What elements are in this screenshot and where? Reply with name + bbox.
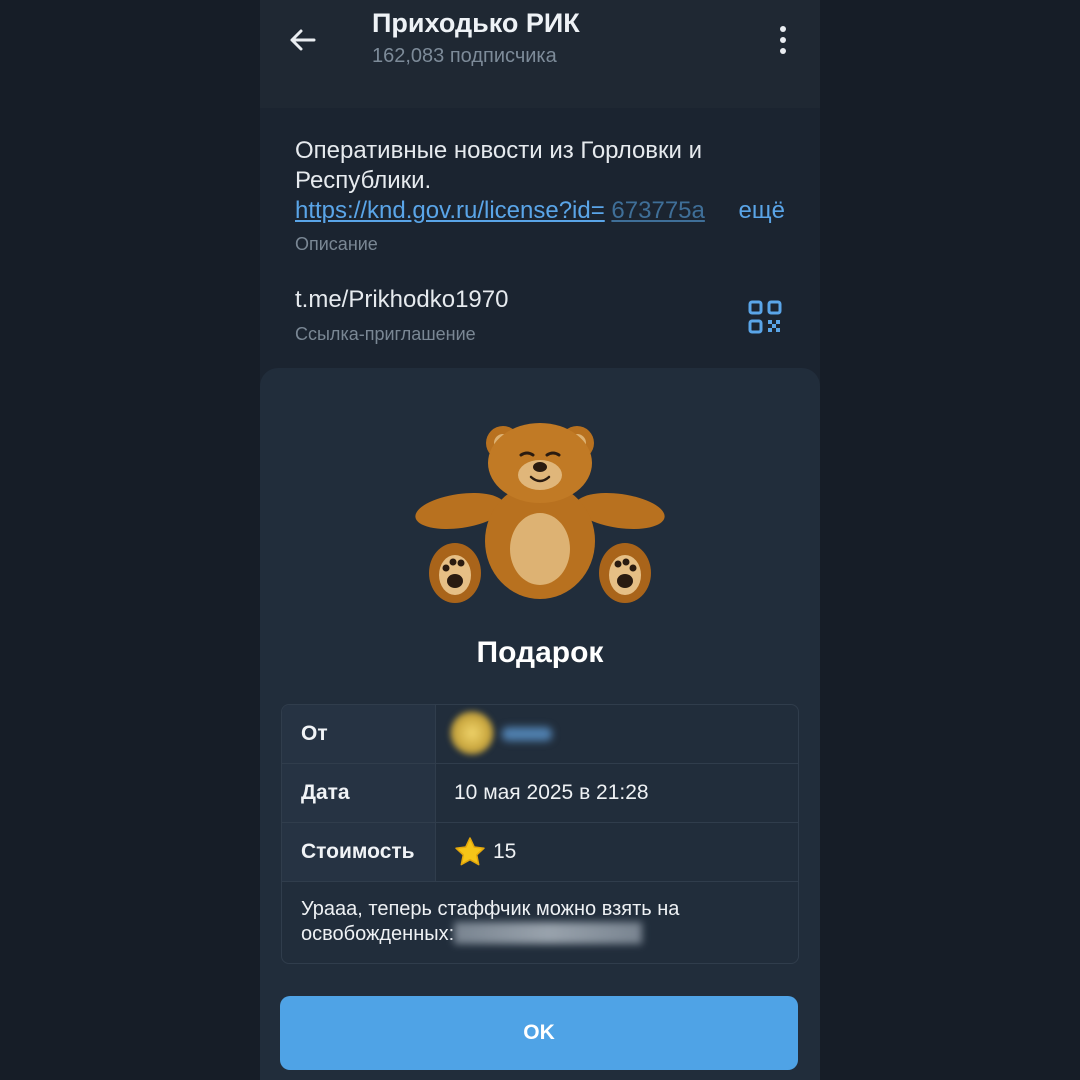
ok-button[interactable]: OK xyxy=(280,996,798,1070)
invite-link[interactable]: t.me/Prikhodko1970 xyxy=(295,286,785,314)
invite-link-block[interactable]: t.me/Prikhodko1970 Ссылка-приглашение xyxy=(295,286,785,345)
sender-name-redacted[interactable] xyxy=(502,727,552,741)
table-row-from: От xyxy=(282,705,798,764)
invite-caption: Ссылка-приглашение xyxy=(295,324,476,344)
sender-value[interactable] xyxy=(436,705,798,763)
star-icon xyxy=(455,837,485,866)
license-link[interactable]: https://knd.gov.ru/license?id= xyxy=(295,197,605,224)
from-label: От xyxy=(301,722,328,745)
channel-title: Приходько РИК xyxy=(372,8,580,38)
cost-label: Стоимость xyxy=(301,840,415,863)
teddy-bear-icon xyxy=(415,423,665,603)
channel-description: Оперативные новости из Горловки и Респуб… xyxy=(295,136,785,259)
back-button[interactable] xyxy=(280,18,324,62)
description-line-2: Республики. xyxy=(295,167,432,194)
redacted-link[interactable] xyxy=(454,922,643,944)
back-arrow-icon xyxy=(290,29,316,51)
qr-code-button[interactable] xyxy=(748,300,782,334)
more-vert-icon xyxy=(780,26,786,54)
date-value: 10 мая 2025 в 21:28 xyxy=(454,781,649,804)
top-app-bar: Приходько РИК 162,083 подписчика xyxy=(260,0,820,108)
gift-message: Урааа, теперь стаффчик можно взять на ос… xyxy=(301,897,781,947)
description-line-1: Оперативные новости из Горловки и xyxy=(295,137,703,164)
cost-value: 15 xyxy=(493,840,517,863)
table-row-date: Дата 10 мая 2025 в 21:28 xyxy=(282,764,798,823)
qr-code-icon xyxy=(748,300,782,334)
gift-title: Подарок xyxy=(476,636,604,669)
sender-avatar[interactable] xyxy=(450,711,494,755)
channel-info-screen: Приходько РИК 162,083 подписчика Операти… xyxy=(260,0,820,1080)
gift-bottom-sheet: Подарок От Дата 10 мая 2025 в 21:28 Стои… xyxy=(260,368,820,1080)
license-link-continuation[interactable]: 673775a xyxy=(611,197,704,224)
description-caption: Описание xyxy=(295,234,378,254)
gift-details-table: От Дата 10 мая 2025 в 21:28 Стоимость 15 xyxy=(281,704,799,964)
date-label: Дата xyxy=(301,781,350,804)
show-more-link[interactable]: ещё xyxy=(716,196,785,226)
description-link-row: https://knd.gov.ru/license?id= 673775a е… xyxy=(295,196,785,226)
table-row-cost: Стоимость 15 xyxy=(282,823,798,882)
more-options-button[interactable] xyxy=(768,20,798,60)
subscriber-count: 162,083 подписчика xyxy=(372,45,557,67)
